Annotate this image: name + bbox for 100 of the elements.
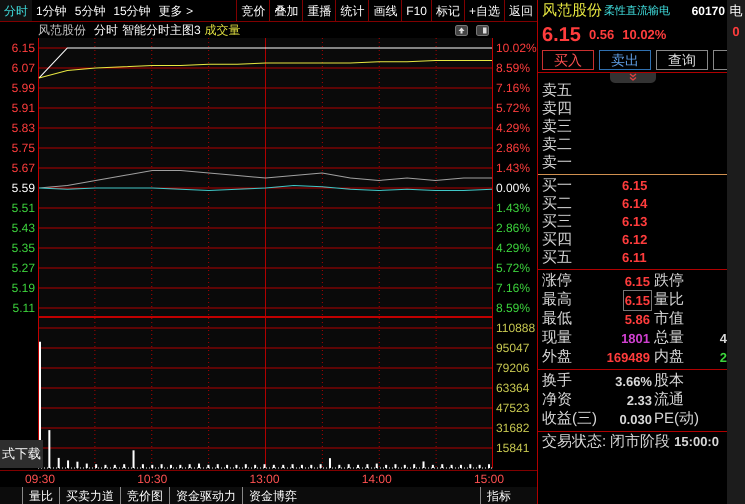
status-value: 闭市阶段 xyxy=(610,432,670,452)
toolbar-button[interactable]: 叠加 xyxy=(269,0,302,21)
stat-value: 4 xyxy=(720,330,727,348)
time-tick: 15:00 xyxy=(472,471,506,487)
stock-code: 60170 xyxy=(692,3,726,20)
volume-tick: 79206 xyxy=(496,360,530,376)
price-tick: 6.15 xyxy=(12,40,35,56)
stat-value: 3.66% xyxy=(614,372,652,391)
volume-tick: 47523 xyxy=(496,400,530,416)
stat-label: 跌停 xyxy=(654,271,684,292)
toolbar-button[interactable]: 统计 xyxy=(335,0,368,21)
stat-value: 5.86 xyxy=(624,310,651,329)
price-tick: 5.59 xyxy=(12,180,35,196)
stat-label: 流通 xyxy=(654,390,684,410)
ask-level-label: 卖四 xyxy=(542,100,573,118)
price-tick: 5.11 xyxy=(12,300,35,316)
stat-label: 量比 xyxy=(654,290,684,310)
toolbar-button[interactable]: 竞价 xyxy=(236,0,270,21)
toolbar-button[interactable]: 标记 xyxy=(430,0,464,21)
download-popup: 式下载 xyxy=(0,440,43,468)
price-tick: 5.91 xyxy=(12,100,35,116)
bid-price: 6.11 xyxy=(622,249,647,268)
stock-name: 风范股份 xyxy=(542,0,602,21)
period-tab[interactable]: 15分钟 xyxy=(109,0,155,21)
percent-tick: 4.29% xyxy=(496,120,530,136)
concept-label: 柔性直流输电 xyxy=(604,4,670,19)
stat-value: 0.030 xyxy=(618,410,652,429)
price-tick: 5.19 xyxy=(12,280,35,296)
trade-button[interactable]: 卖出 xyxy=(599,50,651,70)
price-tick: 5.27 xyxy=(12,260,35,276)
toolbar-button[interactable]: 返回 xyxy=(504,0,537,21)
toolbar-button[interactable]: +自选 xyxy=(464,0,504,21)
percent-tick: 8.59% xyxy=(496,60,530,76)
percent-tick: 0.00% xyxy=(496,180,530,196)
period-tab[interactable]: 更多 > xyxy=(154,0,198,21)
bid-price: 6.14 xyxy=(622,195,648,214)
stat-label: 外盘 xyxy=(542,347,573,368)
bid-level-label: 买一 xyxy=(542,176,573,196)
toolbar-button[interactable]: 画线 xyxy=(368,0,402,21)
bid-level-label: 买二 xyxy=(542,194,573,214)
percent-tick: 5.72% xyxy=(496,260,530,276)
bid-price: 6.12 xyxy=(622,231,648,250)
bid-level-label: 买五 xyxy=(542,248,573,268)
last-price: 6.15 xyxy=(542,23,581,48)
bid-price: 6.13 xyxy=(622,213,648,232)
side-tab-label[interactable]: 电 xyxy=(730,0,742,22)
period-tab[interactable]: 1分钟 xyxy=(32,0,71,21)
indicator-tab[interactable]: 买卖力道 xyxy=(59,487,120,504)
stock-name: 风范股份 xyxy=(38,22,86,39)
percent-tick: 7.16% xyxy=(496,280,530,296)
volume-tick: 95047 xyxy=(496,340,530,356)
price-tick: 5.51 xyxy=(12,200,35,216)
stat-value: 6.15 xyxy=(624,272,651,291)
price-tick: 5.83 xyxy=(12,120,35,136)
stat-value: 1801 xyxy=(620,330,651,348)
stat-label: 收益(三) xyxy=(542,409,598,430)
indicator-tab[interactable]: 资金博弈 xyxy=(242,487,303,504)
period-tab[interactable]: 5分钟 xyxy=(70,0,110,21)
status-label: 交易状态: xyxy=(542,432,606,452)
toolbar-button[interactable]: 重播 xyxy=(302,0,336,21)
percent-tick: 10.02% xyxy=(496,40,537,56)
indicator-tab[interactable]: 资金驱动力 xyxy=(169,487,242,504)
price-tick: 5.35 xyxy=(12,240,35,256)
stat-value: 2 xyxy=(720,348,727,367)
trade-button[interactable]: 买入 xyxy=(542,50,594,70)
stat-label: 内盘 xyxy=(654,347,684,368)
stat-label: 现量 xyxy=(542,328,573,348)
percent-tick: 1.43% xyxy=(496,160,530,176)
percent-tick: 1.43% xyxy=(496,200,530,216)
stat-label: 最低 xyxy=(542,309,573,330)
percent-tick: 2.86% xyxy=(496,140,530,156)
price-tick: 5.75 xyxy=(12,140,35,156)
price-tick: 5.99 xyxy=(12,80,35,96)
stat-label: 涨停 xyxy=(542,271,573,291)
indicator-tab[interactable]: 指标 xyxy=(480,487,517,504)
status-time: 15:00:0 xyxy=(674,433,719,452)
volume-tick: 31682 xyxy=(496,420,530,436)
ask-level-label: 卖二 xyxy=(542,136,573,154)
volume-tick: 63364 xyxy=(496,380,530,396)
side-mark: 0 xyxy=(732,23,740,41)
indicator-tab[interactable]: 竞价图 xyxy=(120,487,169,504)
period-tab[interactable]: 分时 xyxy=(0,0,32,21)
period-label: 分时 xyxy=(94,22,118,39)
percent-tick: 2.86% xyxy=(496,220,530,236)
time-tick: 14:00 xyxy=(360,471,393,487)
time-tick: 09:30 xyxy=(24,471,56,487)
time-tick: 13:00 xyxy=(248,471,281,487)
percent-change: 10.02% xyxy=(622,26,666,44)
trade-button[interactable]: 查询 xyxy=(656,50,708,70)
bid-level-label: 买四 xyxy=(542,230,573,250)
percent-tick: 7.16% xyxy=(496,80,530,96)
toolbar-button[interactable]: F10 xyxy=(401,0,431,21)
indicator-label: 智能分时主图3 xyxy=(122,22,201,39)
indicator-tab[interactable]: 量比 xyxy=(22,487,59,504)
percent-tick: 5.72% xyxy=(496,100,530,116)
price-tick: 5.43 xyxy=(12,220,35,236)
stat-label: 市值 xyxy=(654,309,684,330)
price-change: 0.56 xyxy=(588,26,614,44)
stat-value: 169489 xyxy=(606,348,651,367)
volume-label: 成交量 xyxy=(204,22,241,39)
